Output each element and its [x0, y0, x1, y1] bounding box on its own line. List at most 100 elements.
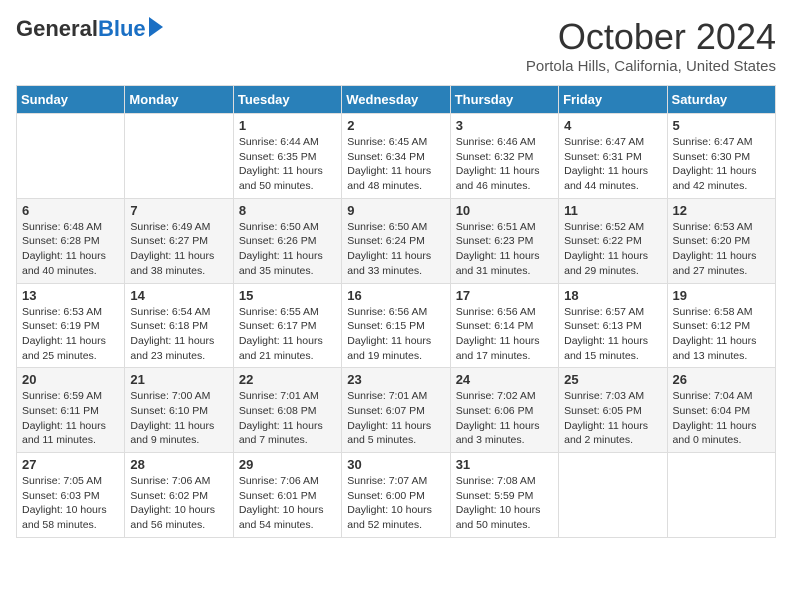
calendar-cell: 19 Sunrise: 6:58 AM Sunset: 6:12 PM Dayli…	[667, 283, 775, 368]
day-number: 9	[347, 203, 444, 218]
day-info: Sunrise: 7:07 AM Sunset: 6:00 PM Dayligh…	[347, 474, 444, 533]
day-info: Sunrise: 6:58 AM Sunset: 6:12 PM Dayligh…	[673, 305, 770, 364]
day-info: Sunrise: 6:49 AM Sunset: 6:27 PM Dayligh…	[130, 220, 227, 279]
day-info: Sunrise: 6:48 AM Sunset: 6:28 PM Dayligh…	[22, 220, 119, 279]
column-header-friday: Friday	[559, 86, 667, 114]
calendar-cell	[17, 114, 125, 199]
calendar-cell: 30 Sunrise: 7:07 AM Sunset: 6:00 PM Dayli…	[342, 453, 450, 538]
calendar-cell: 18 Sunrise: 6:57 AM Sunset: 6:13 PM Dayli…	[559, 283, 667, 368]
logo-arrow-icon	[149, 17, 163, 37]
day-info: Sunrise: 6:51 AM Sunset: 6:23 PM Dayligh…	[456, 220, 553, 279]
calendar-cell: 21Sunrise: 7:00 AM Sunset: 6:10 PM Dayli…	[125, 368, 233, 453]
day-number: 12	[673, 203, 770, 218]
calendar-cell	[667, 453, 775, 538]
day-number: 31	[456, 457, 553, 472]
day-number: 22	[239, 372, 336, 387]
calendar-week-5: 27 Sunrise: 7:05 AM Sunset: 6:03 PM Dayli…	[17, 453, 776, 538]
day-info: Sunrise: 6:47 AM Sunset: 6:31 PM Dayligh…	[564, 135, 661, 194]
day-info: Sunrise: 7:00 AM Sunset: 6:10 PM Dayligh…	[130, 389, 227, 448]
day-number: 3	[456, 118, 553, 133]
column-header-wednesday: Wednesday	[342, 86, 450, 114]
day-number: 20	[22, 372, 119, 387]
day-info: Sunrise: 6:55 AM Sunset: 6:17 PM Dayligh…	[239, 305, 336, 364]
day-number: 27	[22, 457, 119, 472]
day-number: 14	[130, 288, 227, 303]
day-info: Sunrise: 7:01 AM Sunset: 6:07 PM Dayligh…	[347, 389, 444, 448]
calendar-cell: 25 Sunrise: 7:03 AM Sunset: 6:05 PM Dayli…	[559, 368, 667, 453]
logo-blue-text: Blue	[98, 16, 146, 42]
calendar-header-row: SundayMondayTuesdayWednesdayThursdayFrid…	[17, 86, 776, 114]
calendar-cell: 10 Sunrise: 6:51 AM Sunset: 6:23 PM Dayli…	[450, 198, 558, 283]
day-number: 5	[673, 118, 770, 133]
day-info: Sunrise: 6:53 AM Sunset: 6:20 PM Dayligh…	[673, 220, 770, 279]
day-number: 19	[673, 288, 770, 303]
calendar-cell: 28 Sunrise: 7:06 AM Sunset: 6:02 PM Dayli…	[125, 453, 233, 538]
calendar-cell: 5 Sunrise: 6:47 AM Sunset: 6:30 PM Daylig…	[667, 114, 775, 199]
day-info: Sunrise: 6:46 AM Sunset: 6:32 PM Dayligh…	[456, 135, 553, 194]
day-info: Sunrise: 7:06 AM Sunset: 6:02 PM Dayligh…	[130, 474, 227, 533]
day-number: 6	[22, 203, 119, 218]
column-header-saturday: Saturday	[667, 86, 775, 114]
title-section: October 2024 Portola Hills, California, …	[526, 16, 776, 75]
calendar-cell: 4 Sunrise: 6:47 AM Sunset: 6:31 PM Daylig…	[559, 114, 667, 199]
calendar-cell: 15 Sunrise: 6:55 AM Sunset: 6:17 PM Dayli…	[233, 283, 341, 368]
calendar-cell	[125, 114, 233, 199]
day-info: Sunrise: 7:03 AM Sunset: 6:05 PM Dayligh…	[564, 389, 661, 448]
day-number: 7	[130, 203, 227, 218]
calendar-cell: 6 Sunrise: 6:48 AM Sunset: 6:28 PM Daylig…	[17, 198, 125, 283]
logo-general-text: General	[16, 16, 98, 42]
day-number: 29	[239, 457, 336, 472]
day-info: Sunrise: 7:01 AM Sunset: 6:08 PM Dayligh…	[239, 389, 336, 448]
calendar-cell: 2 Sunrise: 6:45 AM Sunset: 6:34 PM Daylig…	[342, 114, 450, 199]
day-number: 10	[456, 203, 553, 218]
day-number: 18	[564, 288, 661, 303]
day-info: Sunrise: 6:52 AM Sunset: 6:22 PM Dayligh…	[564, 220, 661, 279]
calendar-cell: 1 Sunrise: 6:44 AM Sunset: 6:35 PM Daylig…	[233, 114, 341, 199]
calendar-cell: 26Sunrise: 7:04 AM Sunset: 6:04 PM Dayli…	[667, 368, 775, 453]
day-info: Sunrise: 7:04 AM Sunset: 6:04 PM Dayligh…	[673, 389, 770, 448]
day-info: Sunrise: 6:45 AM Sunset: 6:34 PM Dayligh…	[347, 135, 444, 194]
day-info: Sunrise: 7:08 AM Sunset: 5:59 PM Dayligh…	[456, 474, 553, 533]
day-number: 23	[347, 372, 444, 387]
calendar-week-1: 1 Sunrise: 6:44 AM Sunset: 6:35 PM Daylig…	[17, 114, 776, 199]
page-header: General Blue October 2024 Portola Hills,…	[16, 16, 776, 75]
day-number: 8	[239, 203, 336, 218]
day-info: Sunrise: 6:56 AM Sunset: 6:14 PM Dayligh…	[456, 305, 553, 364]
calendar-cell: 22 Sunrise: 7:01 AM Sunset: 6:08 PM Dayli…	[233, 368, 341, 453]
calendar-week-4: 20Sunrise: 6:59 AM Sunset: 6:11 PM Dayli…	[17, 368, 776, 453]
day-number: 25	[564, 372, 661, 387]
day-info: Sunrise: 6:56 AM Sunset: 6:15 PM Dayligh…	[347, 305, 444, 364]
day-info: Sunrise: 6:50 AM Sunset: 6:24 PM Dayligh…	[347, 220, 444, 279]
calendar-cell: 17Sunrise: 6:56 AM Sunset: 6:14 PM Dayli…	[450, 283, 558, 368]
day-number: 15	[239, 288, 336, 303]
day-info: Sunrise: 6:53 AM Sunset: 6:19 PM Dayligh…	[22, 305, 119, 364]
day-number: 30	[347, 457, 444, 472]
column-header-sunday: Sunday	[17, 86, 125, 114]
location-subtitle: Portola Hills, California, United States	[526, 58, 776, 75]
column-header-monday: Monday	[125, 86, 233, 114]
day-number: 16	[347, 288, 444, 303]
calendar-week-3: 13 Sunrise: 6:53 AM Sunset: 6:19 PM Dayli…	[17, 283, 776, 368]
day-info: Sunrise: 7:02 AM Sunset: 6:06 PM Dayligh…	[456, 389, 553, 448]
day-info: Sunrise: 7:06 AM Sunset: 6:01 PM Dayligh…	[239, 474, 336, 533]
calendar-cell: 7 Sunrise: 6:49 AM Sunset: 6:27 PM Daylig…	[125, 198, 233, 283]
day-info: Sunrise: 6:54 AM Sunset: 6:18 PM Dayligh…	[130, 305, 227, 364]
month-title: October 2024	[526, 16, 776, 58]
day-number: 2	[347, 118, 444, 133]
day-number: 4	[564, 118, 661, 133]
day-info: Sunrise: 6:50 AM Sunset: 6:26 PM Dayligh…	[239, 220, 336, 279]
day-number: 1	[239, 118, 336, 133]
day-number: 28	[130, 457, 227, 472]
calendar-cell: 8 Sunrise: 6:50 AM Sunset: 6:26 PM Daylig…	[233, 198, 341, 283]
calendar-cell: 31 Sunrise: 7:08 AM Sunset: 5:59 PM Dayli…	[450, 453, 558, 538]
day-info: Sunrise: 6:47 AM Sunset: 6:30 PM Dayligh…	[673, 135, 770, 194]
column-header-tuesday: Tuesday	[233, 86, 341, 114]
day-info: Sunrise: 7:05 AM Sunset: 6:03 PM Dayligh…	[22, 474, 119, 533]
calendar-cell: 13 Sunrise: 6:53 AM Sunset: 6:19 PM Dayli…	[17, 283, 125, 368]
day-info: Sunrise: 6:44 AM Sunset: 6:35 PM Dayligh…	[239, 135, 336, 194]
calendar-cell: 29 Sunrise: 7:06 AM Sunset: 6:01 PM Dayli…	[233, 453, 341, 538]
column-header-thursday: Thursday	[450, 86, 558, 114]
day-info: Sunrise: 6:57 AM Sunset: 6:13 PM Dayligh…	[564, 305, 661, 364]
day-number: 13	[22, 288, 119, 303]
calendar-table: SundayMondayTuesdayWednesdayThursdayFrid…	[16, 85, 776, 538]
